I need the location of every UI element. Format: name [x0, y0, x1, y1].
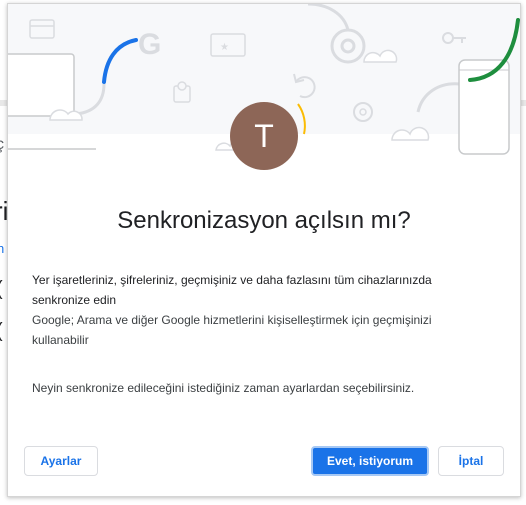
- dialog-title: Senkronizasyon açılsın mı?: [117, 207, 411, 234]
- background-text-fragment: ç: [0, 136, 4, 153]
- google-logo-icon: G: [138, 28, 161, 61]
- avatar: T: [230, 102, 298, 170]
- personalization-description: Google; Arama ve diğer Google hizmetleri…: [32, 313, 432, 347]
- cloud-icon: [49, 109, 83, 121]
- svg-text:★: ★: [220, 42, 229, 53]
- dialog-body: Yer işaretleriniz, şifreleriniz, geçmişi…: [32, 270, 482, 398]
- background-link-fragment: n: [0, 241, 5, 256]
- background-text-fragment: (: [0, 320, 3, 343]
- sync-description: Yer işaretleriniz, şifreleriniz, geçmişi…: [32, 273, 432, 307]
- confirm-sync-button[interactable]: Evet, istiyorum: [311, 446, 429, 476]
- settings-button[interactable]: Ayarlar: [24, 446, 98, 476]
- settings-hint: Neyin senkronize edileceğini istediğiniz…: [32, 381, 415, 395]
- cancel-button[interactable]: İptal: [438, 446, 504, 476]
- background-text-fragment: (: [0, 278, 3, 301]
- avatar-letter: T: [254, 118, 274, 154]
- phone-icon: [458, 59, 510, 155]
- sync-dialog: G ★ T Senkronizasyon açılsın mı? Yer işa…: [7, 3, 521, 497]
